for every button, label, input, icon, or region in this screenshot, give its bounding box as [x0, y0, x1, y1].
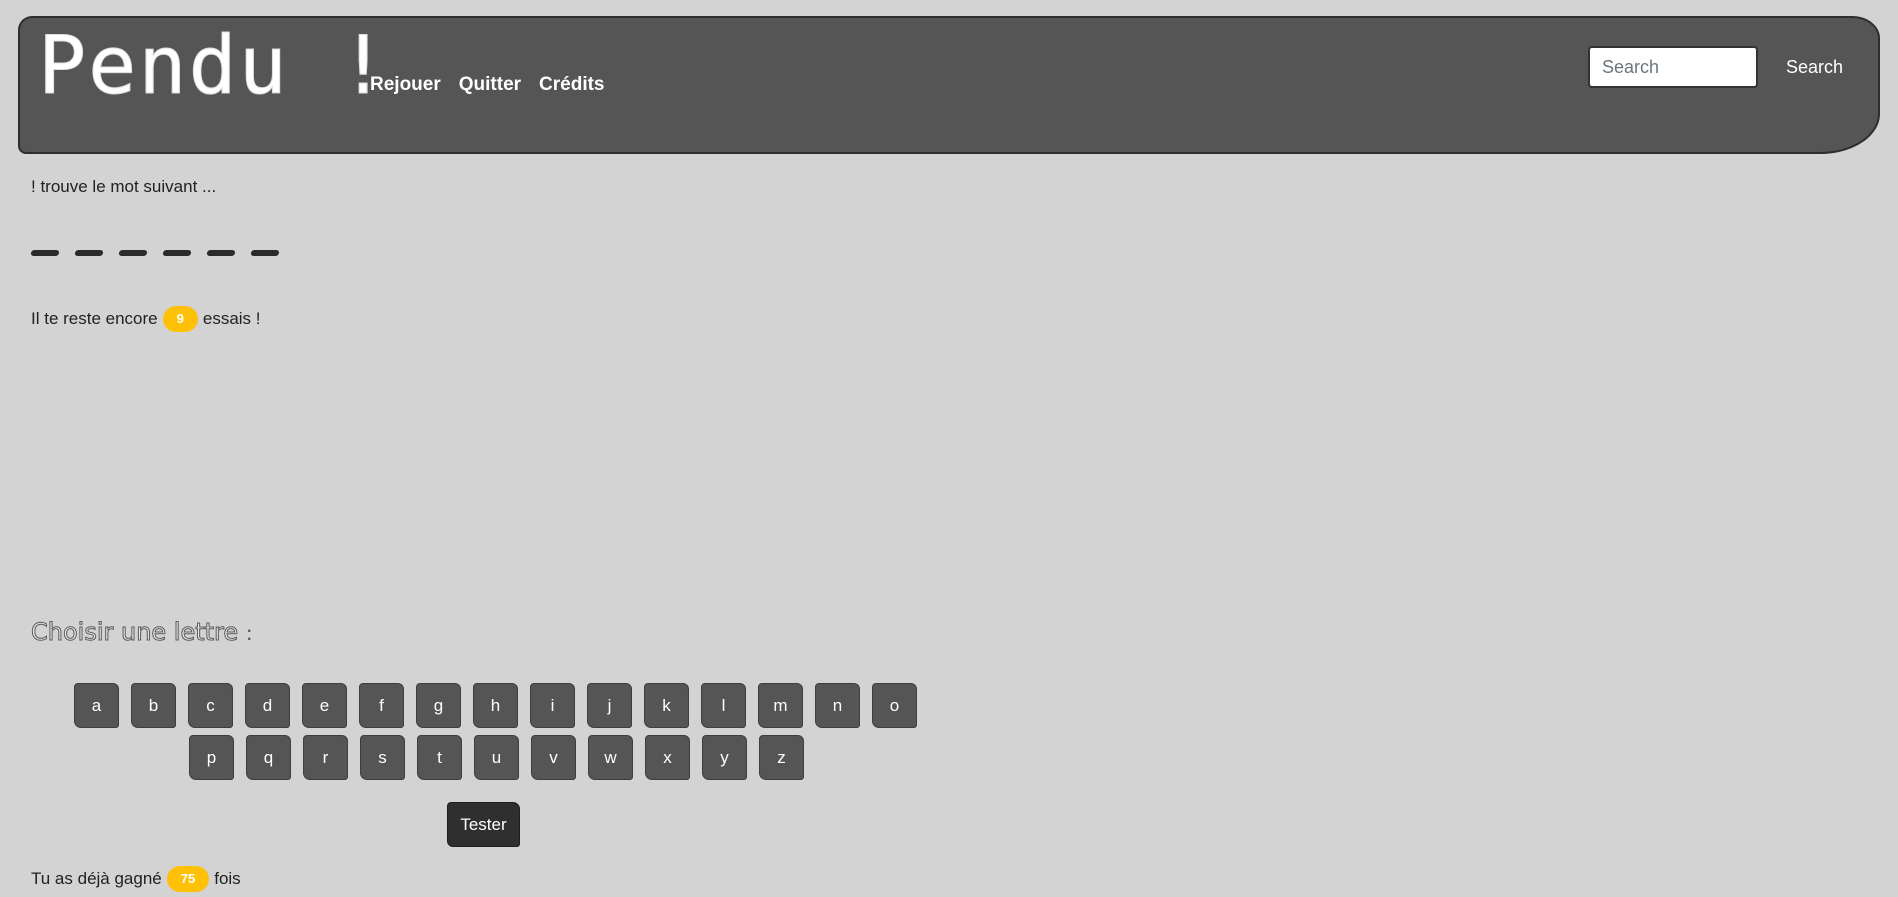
- letter-key-h[interactable]: h: [473, 683, 518, 728]
- letter-key-v[interactable]: v: [531, 735, 576, 780]
- letter-key-a[interactable]: a: [74, 683, 119, 728]
- brand-logo[interactable]: Pendu !: [37, 25, 389, 106]
- keyboard-row-2: pqrstuvwxyz: [189, 735, 804, 780]
- search-button[interactable]: Search: [1780, 46, 1849, 88]
- letter-key-t[interactable]: t: [417, 735, 462, 780]
- letter-key-x[interactable]: x: [645, 735, 690, 780]
- letter-key-f[interactable]: f: [359, 683, 404, 728]
- letter-key-g[interactable]: g: [416, 683, 461, 728]
- letter-key-e[interactable]: e: [302, 683, 347, 728]
- tries-badge: 9: [162, 306, 198, 332]
- letter-key-j[interactable]: j: [587, 683, 632, 728]
- letter-key-o[interactable]: o: [872, 683, 917, 728]
- letter-blank: [162, 250, 192, 256]
- tries-prefix: Il te reste encore: [31, 309, 158, 328]
- letter-key-m[interactable]: m: [758, 683, 803, 728]
- word-blanks: [30, 250, 280, 256]
- letter-key-l[interactable]: l: [701, 683, 746, 728]
- tester-button[interactable]: Tester: [447, 802, 520, 847]
- search-input[interactable]: [1588, 46, 1758, 88]
- letter-blank: [206, 250, 236, 256]
- letter-key-z[interactable]: z: [759, 735, 804, 780]
- letter-key-b[interactable]: b: [131, 683, 176, 728]
- letter-blank: [30, 250, 60, 256]
- letter-blank: [250, 250, 280, 256]
- keyboard-row-1: abcdefghijklmno: [74, 683, 917, 728]
- wins-suffix: fois: [214, 869, 241, 888]
- game-intro: ! trouve le mot suivant ...: [31, 177, 217, 196]
- choose-letter-title: Choisir une lettre: [30, 618, 239, 647]
- letter-key-p[interactable]: p: [189, 735, 234, 780]
- nav-link-rejouer[interactable]: Rejouer: [370, 74, 441, 96]
- letter-key-q[interactable]: q: [246, 735, 291, 780]
- letter-key-k[interactable]: k: [644, 683, 689, 728]
- tries-remaining-text: Il te reste encore 9 essais !: [31, 306, 261, 332]
- letter-blank: [118, 250, 148, 256]
- letter-key-u[interactable]: u: [474, 735, 519, 780]
- wins-badge: 75: [166, 866, 210, 892]
- letter-key-y[interactable]: y: [702, 735, 747, 780]
- letter-key-n[interactable]: n: [815, 683, 860, 728]
- letter-key-r[interactable]: r: [303, 735, 348, 780]
- wins-text: Tu as déjà gagné 75 fois: [31, 866, 241, 892]
- letter-key-d[interactable]: d: [245, 683, 290, 728]
- letter-key-w[interactable]: w: [588, 735, 633, 780]
- choose-letter-heading: Choisir une lettre :: [30, 618, 253, 647]
- letter-key-i[interactable]: i: [530, 683, 575, 728]
- nav-link-credits[interactable]: Crédits: [539, 74, 604, 96]
- tries-suffix: essais !: [202, 309, 261, 328]
- nav-links: Rejouer Quitter Crédits: [370, 74, 605, 96]
- letter-blank: [74, 250, 104, 256]
- letter-key-s[interactable]: s: [360, 735, 405, 780]
- choose-letter-colon: :: [245, 621, 253, 645]
- wins-prefix: Tu as déjà gagné: [31, 869, 162, 888]
- letter-key-c[interactable]: c: [188, 683, 233, 728]
- nav-link-quitter[interactable]: Quitter: [459, 74, 521, 96]
